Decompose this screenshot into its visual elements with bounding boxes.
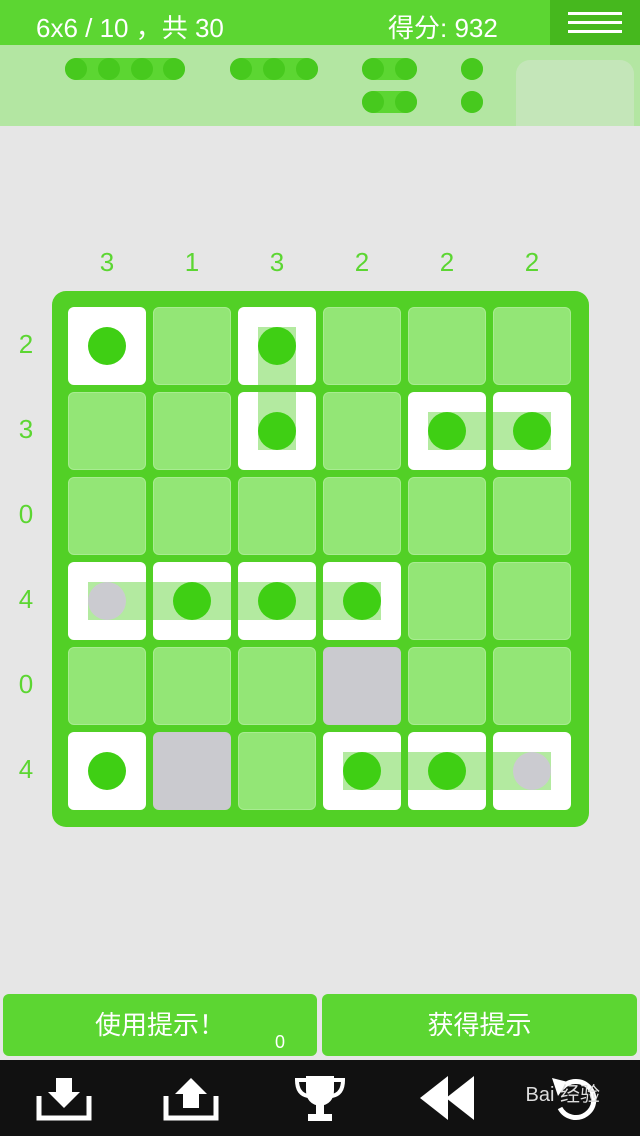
board-cell[interactable]	[493, 647, 571, 725]
board-cell[interactable]	[408, 307, 486, 385]
fleet-ship-1b	[461, 91, 483, 113]
board-cell[interactable]	[323, 647, 401, 725]
ship-dot	[88, 327, 126, 365]
ship-dot	[513, 752, 551, 790]
board-cell[interactable]	[153, 307, 231, 385]
rewind-icon[interactable]	[418, 1072, 478, 1124]
board-cell[interactable]	[153, 732, 231, 810]
row-clue: 3	[18, 414, 34, 444]
board-cell[interactable]	[238, 307, 316, 385]
ship-dot	[88, 752, 126, 790]
board-cell[interactable]	[408, 562, 486, 640]
upload-icon[interactable]	[163, 1072, 219, 1124]
fleet-ship-3	[230, 58, 318, 80]
get-hint-button[interactable]: 获得提示	[322, 994, 637, 1056]
download-icon[interactable]	[36, 1072, 92, 1124]
board-cell[interactable]	[323, 307, 401, 385]
column-clue: 3	[269, 247, 285, 277]
ship-dot	[343, 752, 381, 790]
board-cell[interactable]	[153, 647, 231, 725]
board-cell[interactable]	[408, 647, 486, 725]
row-clue: 0	[18, 499, 34, 529]
column-clue: 3	[99, 247, 115, 277]
board-cell[interactable]	[68, 562, 146, 640]
board-cell[interactable]	[323, 392, 401, 470]
board-cell[interactable]	[68, 647, 146, 725]
ship-dot	[343, 582, 381, 620]
ship-dot	[258, 412, 296, 450]
board-cell[interactable]	[68, 477, 146, 555]
board-cell[interactable]	[153, 562, 231, 640]
ship-dot	[428, 752, 466, 790]
board-cell[interactable]	[493, 562, 571, 640]
board-cell[interactable]	[238, 732, 316, 810]
board-cell[interactable]	[238, 562, 316, 640]
ship-dot	[173, 582, 211, 620]
board-cell[interactable]	[493, 732, 571, 810]
menu-icon-line	[568, 21, 622, 24]
ship-dot	[258, 582, 296, 620]
fleet-ship-4	[65, 58, 185, 80]
column-clue: 2	[439, 247, 455, 277]
row-clue: 4	[18, 584, 34, 614]
board-cell[interactable]	[238, 647, 316, 725]
overlay-shadow	[516, 60, 634, 170]
board-cell[interactable]	[68, 307, 146, 385]
column-clue: 2	[524, 247, 540, 277]
trophy-icon[interactable]	[292, 1072, 348, 1124]
board-cell[interactable]	[238, 392, 316, 470]
board-cell[interactable]	[493, 477, 571, 555]
board-cell[interactable]	[323, 562, 401, 640]
ship-dot	[513, 412, 551, 450]
menu-icon-line	[568, 30, 622, 33]
ship-dot	[258, 327, 296, 365]
watermark: Bai 经验	[525, 1084, 600, 1106]
fleet-ship-1a	[461, 58, 483, 80]
board-cell[interactable]	[68, 392, 146, 470]
level-indicator: 6x6 / 10 ，共 30	[36, 13, 224, 43]
row-clue: 2	[18, 329, 34, 359]
use-hint-button[interactable]: 使用提示！ 0	[3, 994, 317, 1056]
board-cell[interactable]	[323, 477, 401, 555]
ship-dot	[428, 412, 466, 450]
board-cell[interactable]	[153, 477, 231, 555]
column-clue: 2	[354, 247, 370, 277]
ship-dot	[88, 582, 126, 620]
top-bar: 6x6 / 10 ，共 30 得分: 932	[0, 0, 640, 45]
row-clue: 0	[18, 669, 34, 699]
menu-icon	[568, 12, 622, 15]
board-cell[interactable]	[493, 392, 571, 470]
row-clue: 4	[18, 754, 34, 784]
board-cell[interactable]	[408, 732, 486, 810]
hint-count: 0	[274, 1032, 285, 1052]
board-cell[interactable]	[493, 307, 571, 385]
board-cell[interactable]	[408, 392, 486, 470]
board-cell[interactable]	[153, 392, 231, 470]
fleet-ship-2b	[362, 91, 417, 113]
menu-button[interactable]	[550, 0, 640, 45]
board-cell[interactable]	[323, 732, 401, 810]
board-cell[interactable]	[68, 732, 146, 810]
column-clue: 1	[184, 247, 200, 277]
fleet-ship-2a	[362, 58, 417, 80]
game-board	[52, 291, 589, 827]
score-display: 得分: 932	[388, 13, 498, 43]
board-cell[interactable]	[408, 477, 486, 555]
board-cell[interactable]	[238, 477, 316, 555]
bottom-toolbar: Bai 经验	[0, 1060, 640, 1136]
use-hint-label: 使用提示！	[94, 1010, 225, 1040]
